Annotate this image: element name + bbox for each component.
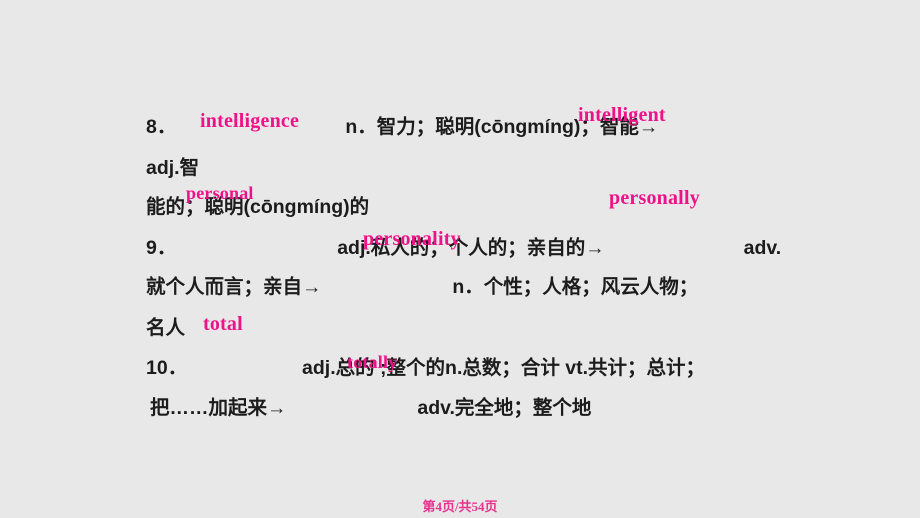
answer-totally: totally xyxy=(347,352,398,372)
entry-10-definition-2: 把……加起来→ xyxy=(150,397,287,419)
entry-10-number: 10． xyxy=(146,357,188,379)
entry-8-line-2: adj.智 xyxy=(146,157,200,179)
entry-10-line-2: 把……加起来→ adv.完全地；整个地 xyxy=(150,391,591,420)
entry-10-definition-3: adv.完全地；整个地 xyxy=(417,397,592,419)
entry-9-definition-3: n．个性；人格；风云人物； xyxy=(452,276,699,298)
answer-intelligence: intelligence xyxy=(200,110,300,132)
slide-canvas: 8． intelligence n．智力；聪明(cōngmíng)；智能→ in… xyxy=(0,0,920,518)
slide-footer: 第4页/共54页 xyxy=(0,496,920,516)
entry-8-number: 8． xyxy=(146,116,177,138)
answer-intelligent: intelligent xyxy=(578,104,666,126)
entry-9-line-2: 就个人而言；亲自→ n．个性；人格；风云人物； xyxy=(146,270,698,299)
answer-personality: personality xyxy=(363,228,461,250)
answer-personal: personal xyxy=(186,183,254,203)
entry-9-line-3: 名人 xyxy=(146,317,186,339)
entry-9-definition-2: 就个人而言；亲自→ xyxy=(146,276,322,298)
entry-9-line-1: 9． adj.私人的；个人的；亲自的→ adv. xyxy=(146,231,781,260)
page-indicator: 第4页/共54页 xyxy=(422,499,498,514)
answer-total: total xyxy=(203,313,243,335)
entry-8-line-3: 能的；聪明(cōngmíng)的 xyxy=(146,196,370,218)
entry-10-line-1: 10． adj.总的 ;整个的n.总数；合计 vt.共计；总计； xyxy=(146,351,705,380)
answer-personally: personally xyxy=(609,187,700,209)
entry-9-number: 9． xyxy=(146,237,177,259)
entry-9-pos-adv: adv. xyxy=(743,237,782,259)
